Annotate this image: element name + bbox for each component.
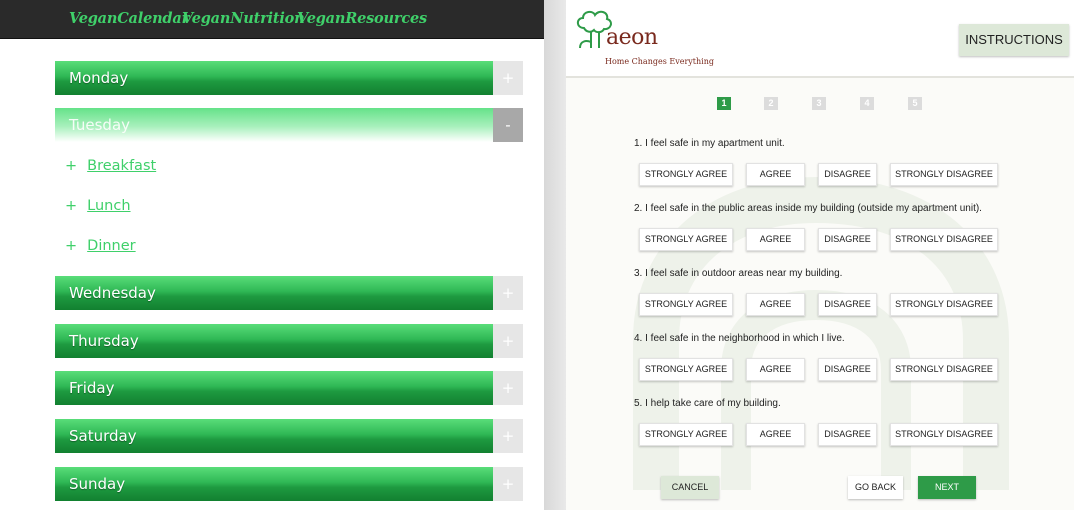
step-2[interactable]: 2 [764, 97, 778, 110]
strongly-agree-button[interactable]: STRONGLY AGREE [639, 358, 733, 381]
meal-lunch: + Lunch [65, 198, 131, 214]
day-label: Thursday [69, 332, 139, 350]
meal-link-dinner[interactable]: Dinner [87, 238, 135, 254]
day-saturday[interactable]: Saturday + [55, 419, 523, 453]
strongly-agree-button[interactable]: STRONGLY AGREE [639, 293, 733, 316]
question-5: 5. I help take care of my building. [634, 398, 781, 409]
expand-icon[interactable]: + [65, 198, 77, 214]
question-1: 1. I feel safe in my apartment unit. [634, 138, 785, 149]
day-bar-main[interactable]: Friday [55, 371, 493, 405]
vegan-calendar-pane: VeganCalendar VeganNutrition VeganResour… [0, 0, 544, 510]
disagree-button[interactable]: DISAGREE [818, 228, 877, 251]
disagree-button[interactable]: DISAGREE [818, 163, 877, 186]
day-label: Friday [69, 379, 115, 397]
day-label: Tuesday [69, 116, 131, 134]
day-bar-main[interactable]: Wednesday [55, 276, 493, 310]
day-wednesday[interactable]: Wednesday + [55, 276, 523, 310]
brand-tagline: Home Changes Everything [605, 57, 714, 66]
go-back-button[interactable]: GO BACK [848, 476, 903, 499]
nav-vegan-calendar[interactable]: VeganCalendar [69, 10, 189, 27]
day-tuesday[interactable]: Tuesday - [55, 108, 523, 142]
meal-link-lunch[interactable]: Lunch [87, 198, 130, 214]
strongly-agree-button[interactable]: STRONGLY AGREE [639, 228, 733, 251]
cancel-button[interactable]: CANCEL [661, 476, 719, 499]
expand-toggle[interactable]: + [493, 419, 523, 453]
day-bar-main[interactable]: Sunday [55, 467, 493, 501]
day-sunday[interactable]: Sunday + [55, 467, 523, 501]
expand-toggle[interactable]: + [493, 467, 523, 501]
strongly-disagree-button[interactable]: STRONGLY DISAGREE [890, 293, 998, 316]
question-3: 3. I feel safe in outdoor areas near my … [634, 268, 843, 279]
strongly-agree-button[interactable]: STRONGLY AGREE [639, 423, 733, 446]
meal-dinner: + Dinner [65, 238, 136, 254]
expand-toggle[interactable]: + [493, 371, 523, 405]
step-5[interactable]: 5 [908, 97, 922, 110]
day-friday[interactable]: Friday + [55, 371, 523, 405]
header: aeon Home Changes Everything INSTRUCTION… [566, 0, 1074, 78]
agree-button[interactable]: AGREE [746, 358, 805, 381]
day-bar-main[interactable]: Tuesday [55, 108, 493, 142]
pane-divider [544, 0, 566, 510]
agree-button[interactable]: AGREE [746, 293, 805, 316]
nav-vegan-resources[interactable]: VeganResources [297, 10, 427, 27]
step-3[interactable]: 3 [812, 97, 826, 110]
day-bar-main[interactable]: Saturday [55, 419, 493, 453]
strongly-disagree-button[interactable]: STRONGLY DISAGREE [890, 358, 998, 381]
next-button[interactable]: NEXT [918, 476, 976, 499]
strongly-disagree-button[interactable]: STRONGLY DISAGREE [890, 228, 998, 251]
expand-toggle[interactable]: + [493, 324, 523, 358]
disagree-button[interactable]: DISAGREE [818, 293, 877, 316]
day-label: Saturday [69, 427, 137, 445]
day-bar-main[interactable]: Thursday [55, 324, 493, 358]
nav-vegan-nutrition[interactable]: VeganNutrition [182, 10, 305, 27]
brand-logo-text: aeon [606, 25, 658, 50]
meal-link-breakfast[interactable]: Breakfast [87, 158, 156, 174]
collapse-toggle[interactable]: - [493, 108, 523, 142]
expand-toggle[interactable]: + [493, 61, 523, 95]
agree-button[interactable]: AGREE [746, 228, 805, 251]
agree-button[interactable]: AGREE [746, 163, 805, 186]
strongly-disagree-button[interactable]: STRONGLY DISAGREE [890, 423, 998, 446]
day-label: Wednesday [69, 284, 156, 302]
question-2: 2. I feel safe in the public areas insid… [634, 203, 982, 214]
step-4[interactable]: 4 [860, 97, 874, 110]
disagree-button[interactable]: DISAGREE [818, 423, 877, 446]
expand-icon[interactable]: + [65, 158, 77, 174]
strongly-disagree-button[interactable]: STRONGLY DISAGREE [890, 163, 998, 186]
aeon-survey-pane: aeon Home Changes Everything INSTRUCTION… [566, 0, 1074, 510]
strongly-agree-button[interactable]: STRONGLY AGREE [639, 163, 733, 186]
expand-icon[interactable]: + [65, 238, 77, 254]
day-label: Monday [69, 69, 129, 87]
expand-toggle[interactable]: + [493, 276, 523, 310]
meal-breakfast: + Breakfast [65, 158, 156, 174]
agree-button[interactable]: AGREE [746, 423, 805, 446]
step-1[interactable]: 1 [717, 97, 731, 110]
top-nav: VeganCalendar VeganNutrition VeganResour… [0, 0, 544, 39]
day-thursday[interactable]: Thursday + [55, 324, 523, 358]
day-monday[interactable]: Monday + [55, 61, 523, 95]
question-4: 4. I feel safe in the neighborhood in wh… [634, 333, 845, 344]
disagree-button[interactable]: DISAGREE [818, 358, 877, 381]
instructions-button[interactable]: INSTRUCTIONS [959, 24, 1069, 56]
day-label: Sunday [69, 475, 126, 493]
day-bar-main[interactable]: Monday [55, 61, 493, 95]
